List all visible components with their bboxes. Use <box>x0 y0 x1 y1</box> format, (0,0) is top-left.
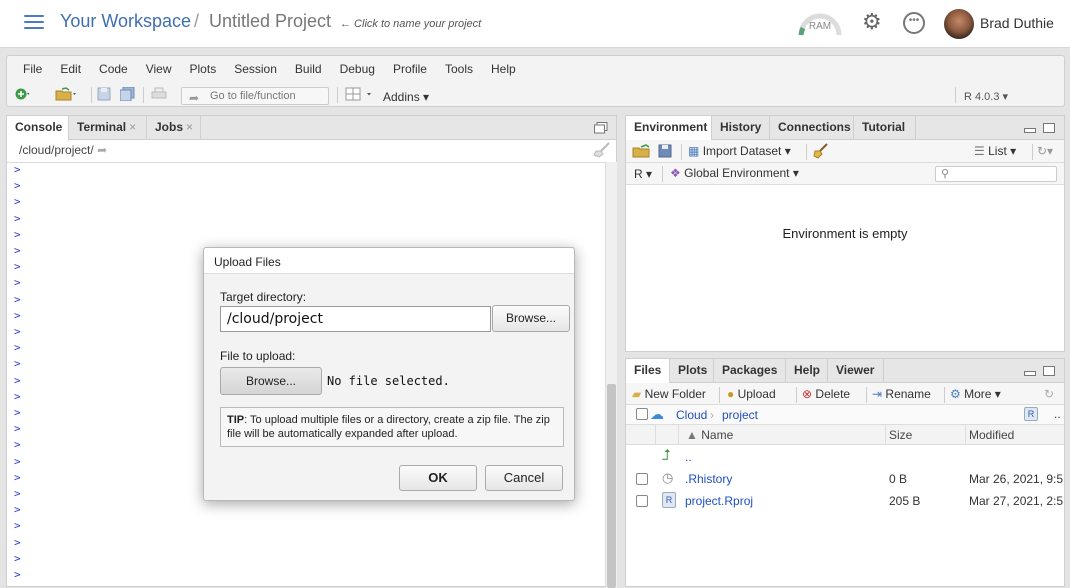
hamburger-menu-icon[interactable] <box>24 15 44 29</box>
more-options-icon[interactable]: ••• <box>903 12 925 34</box>
tip-text: : To upload multiple files or a director… <box>227 414 550 440</box>
ram-label: RAM <box>808 21 832 32</box>
project-name-hint: ← Click to name your project <box>340 18 482 30</box>
settings-gear-icon[interactable]: ⚙ <box>862 11 882 33</box>
ok-button[interactable]: OK <box>399 465 477 491</box>
target-directory-input[interactable]: /cloud/project <box>220 306 491 332</box>
workspace-link[interactable]: Your Workspace <box>60 11 191 32</box>
user-name[interactable]: Brad Duthie <box>980 15 1054 31</box>
browse-directory-button[interactable]: Browse... <box>492 305 570 332</box>
top-header: Your Workspace / Untitled Project ← Clic… <box>0 0 1070 48</box>
cancel-button[interactable]: Cancel <box>485 465 563 491</box>
upload-tip: TIP: To upload multiple files or a direc… <box>220 407 564 447</box>
file-to-upload-label: File to upload: <box>220 349 296 363</box>
upload-files-dialog: Upload Files Target directory: /cloud/pr… <box>203 247 575 501</box>
browse-file-button[interactable]: Browse... <box>220 367 322 395</box>
ram-gauge[interactable]: RAM <box>797 11 843 37</box>
target-directory-label: Target directory: <box>220 290 307 304</box>
breadcrumb-separator: / <box>194 11 200 31</box>
dialog-title: Upload Files <box>204 248 574 274</box>
project-title[interactable]: Untitled Project <box>209 11 331 32</box>
tip-label: TIP <box>227 414 245 426</box>
no-file-selected-text: No file selected. <box>327 374 450 388</box>
user-avatar[interactable] <box>944 9 974 39</box>
